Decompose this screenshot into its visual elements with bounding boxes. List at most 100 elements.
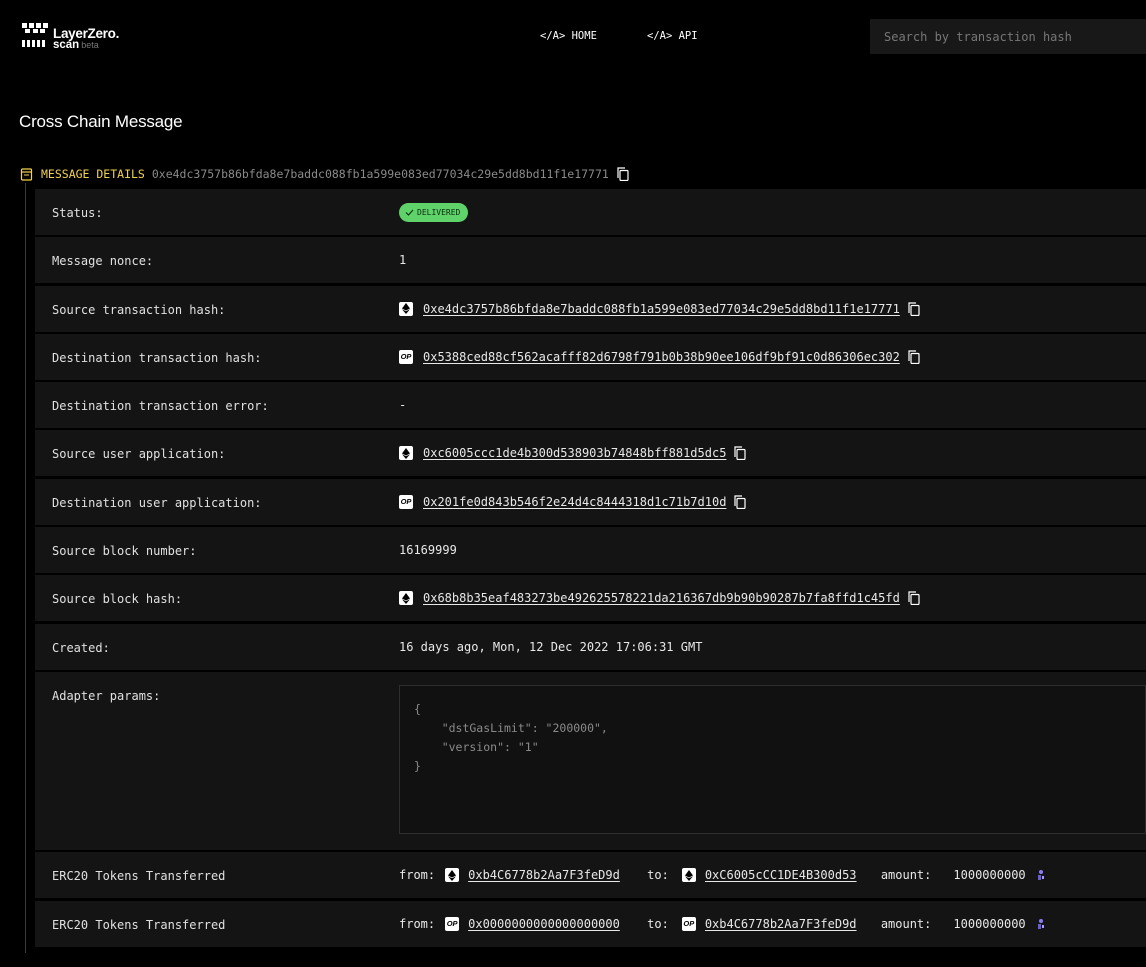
ethereum-icon [681,868,696,883]
source-block-hash-link[interactable]: 0x68b8b35eaf483273be492625578221da216367… [423,591,900,605]
ethereum-icon [399,301,413,316]
source-block-text: 16169999 [399,543,457,558]
status-text: DELIVERED [417,208,461,217]
row-destination-ua: Destination user application: OP 0x201fe… [35,478,1146,525]
optimism-icon-text: OP [400,497,412,507]
row-nonce: Message nonce: 1 [35,237,1146,284]
row-label: Message nonce: [52,254,154,269]
row-erc20-transfer: ERC20 Tokens Transferred from: 0xb4C6778… [35,852,1146,899]
destination-error-value: - [399,397,406,413]
layerzero-logo-icon [22,23,48,47]
code-line: { [414,701,421,716]
copy-icon[interactable] [734,495,747,509]
row-source-block: Source block number: 16169999 [35,527,1146,574]
destination-ua-value: OP 0x201fe0d843b546f2e24d4c8444318d1c71b… [399,494,747,510]
row-created: Created: 16 days ago, Mon, 12 Dec 2022 1… [35,623,1146,670]
amount-value: 1000000000 [953,916,1026,931]
row-label: Destination transaction hash: [52,350,262,365]
copy-icon[interactable] [908,350,920,364]
nav-api-link[interactable]: </A> API [647,30,698,42]
message-details-header: MESSAGE DETAILS 0xe4dc3757b86bfda8e7badd… [20,165,629,183]
source-ua-value: 0xc6005ccc1de4b300d538903b74848bff881d5d… [399,445,747,461]
tree-line [25,183,26,953]
source-tx-value: 0xe4dc3757b86bfda8e7baddc088fb1a599e083e… [399,301,920,317]
row-erc20-transfer: ERC20 Tokens Transferred from: OP 0x0000… [35,900,1146,947]
nav-home-link[interactable]: </A> HOME [540,30,597,42]
created-value: 16 days ago, Mon, 12 Dec 2022 17:06:31 G… [399,639,702,655]
nonce-value: 1 [399,252,406,268]
row-label: Source transaction hash: [52,302,226,317]
row-status: Status: DELIVERED [35,189,1146,235]
row-label: Source user application: [52,447,226,462]
source-block-hash-value: 0x68b8b35eaf483273be492625578221da216367… [399,590,920,606]
row-label: ERC20 Tokens Transferred [52,869,226,884]
row-label: Source block hash: [52,592,183,607]
code-line: "version": "1" [414,739,539,754]
to-label: to: [647,868,669,883]
copy-icon[interactable] [617,167,629,181]
row-label: Created: [52,640,110,655]
source-block-value: 16169999 [399,542,457,558]
optimism-icon-text: OP [400,352,412,362]
amount-value: 1000000000 [953,868,1026,883]
optimism-icon-text: OP [683,919,695,929]
source-ua-link[interactable]: 0xc6005ccc1de4b300d538903b74848bff881d5d… [423,446,726,460]
optimism-icon: OP [681,916,696,931]
section-label: MESSAGE DETAILS [41,167,145,181]
message-hash: 0xe4dc3757b86bfda8e7baddc088fb1a599e083e… [151,167,609,181]
code-line: } [414,758,421,773]
row-source-ua: Source user application: 0xc6005ccc1de4b… [35,430,1146,477]
ethereum-icon [399,591,413,606]
page-title: Cross Chain Message [19,112,183,131]
token-icon [1037,870,1044,881]
logo[interactable]: LayerZero. scan beta [22,20,142,54]
row-source-tx: Source transaction hash: 0xe4dc3757b86bf… [35,285,1146,332]
row-label: Status: [52,206,103,220]
from-label: from: [399,868,436,883]
copy-icon[interactable] [734,446,747,461]
row-label: ERC20 Tokens Transferred [52,917,226,932]
ethereum-icon [399,446,413,461]
destination-ua-link[interactable]: 0x201fe0d843b546f2e24d4c8444318d1c71b7d1… [423,495,726,509]
ethereum-icon [445,868,460,883]
check-icon [405,209,414,216]
transfer-value: from: OP 0x0000000000000000000 to: OP 0x… [399,916,1046,932]
from-address-link[interactable]: 0xb4C6778b2Aa7F3feD9d [468,868,622,882]
row-label: Destination transaction error: [52,399,269,414]
nonce-text: 1 [399,253,407,268]
row-label: Adapter params: [52,688,161,703]
optimism-icon: OP [399,349,413,364]
destination-tx-value: OP 0x5388ced88cf562acafff82d6798f791b0b3… [399,349,920,365]
adapter-params-code[interactable]: { "dstGasLimit": "200000", "version": "1… [399,684,1146,834]
row-label: Source block number: [52,544,197,559]
copy-icon[interactable] [908,301,920,316]
top-header: LayerZero. scan beta </A> HOME </A> API [0,0,1146,72]
optimism-icon: OP [445,916,460,931]
destination-tx-link[interactable]: 0x5388ced88cf562acafff82d6798f791b0b38b9… [423,350,900,364]
status-badge: DELIVERED [399,203,469,222]
created-text: 16 days ago, Mon, 12 Dec 2022 17:06:31 G… [399,639,703,654]
to-label: to: [647,916,669,931]
destination-error-text: - [399,398,407,413]
row-destination-tx: Destination transaction hash: OP 0x5388c… [35,333,1146,380]
source-tx-link[interactable]: 0xe4dc3757b86bfda8e7baddc088fb1a599e083e… [423,302,900,316]
search-input[interactable] [870,19,1146,54]
amount-label: amount: [880,868,932,883]
optimism-icon: OP [399,494,413,509]
row-label: Destination user application: [52,495,262,510]
logo-sub-text: scan [53,39,80,51]
row-source-block-hash: Source block hash: 0x68b8b35eaf483273be4… [35,575,1146,622]
amount-label: amount: [880,916,932,931]
to-address-link[interactable]: 0xb4C6778b2Aa7F3feD9d [705,917,860,931]
from-address-link[interactable]: 0x0000000000000000000 [468,917,622,931]
optimism-icon-text: OP [446,919,458,929]
beta-label: beta [81,40,99,50]
from-label: from: [399,916,436,931]
token-icon [1037,918,1044,929]
logo-subtitle: scan beta [53,39,99,51]
details-table: Status: DELIVERED Message nonce: 1 Sourc… [35,189,1146,949]
copy-icon[interactable] [908,591,920,606]
code-line: "dstGasLimit": "200000", [414,720,608,735]
to-address-link[interactable]: 0xC6005cCC1DE4B300d53 [705,868,860,882]
row-destination-error: Destination transaction error: - [35,382,1146,429]
